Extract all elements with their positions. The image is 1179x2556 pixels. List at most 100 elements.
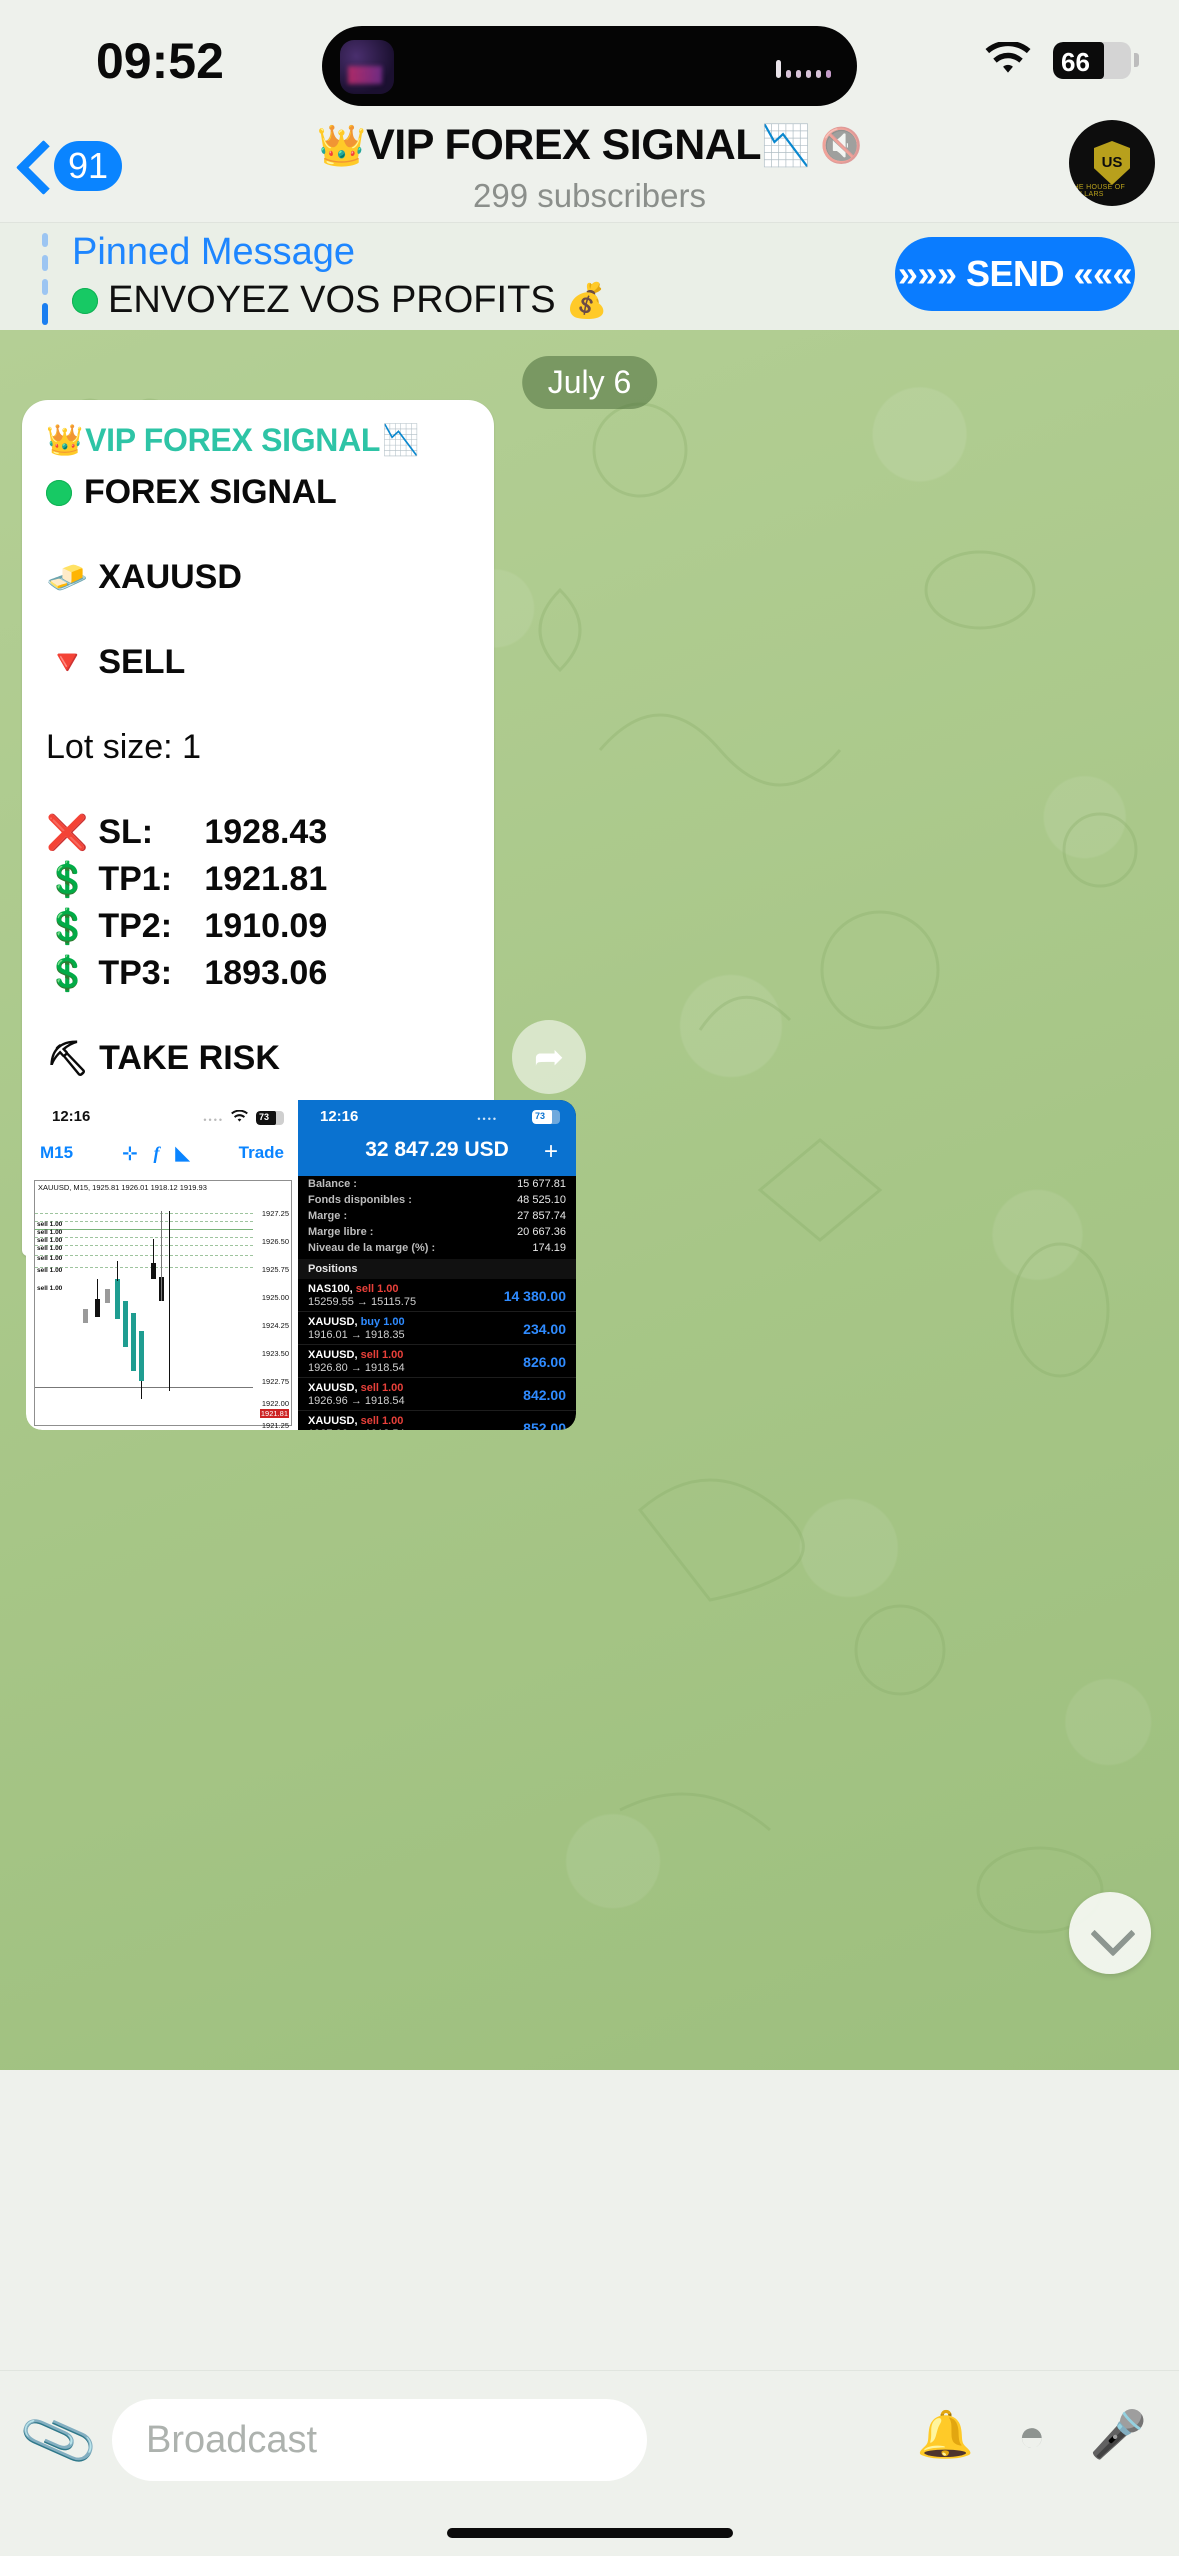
position-side: sell 1.00: [360, 1415, 404, 1427]
green-dot-icon: [46, 479, 72, 506]
avatar-initials: US: [1101, 154, 1123, 172]
position-symbol: XAUUSD,: [308, 1316, 358, 1328]
pie-timer-icon[interactable]: ◓: [1018, 2408, 1046, 2462]
account-row-key: Marge :: [308, 1210, 348, 1222]
position-amount: 852.00: [523, 1420, 566, 1430]
paperclip-icon[interactable]: 📎: [12, 2393, 105, 2486]
level-label: SL:: [98, 813, 154, 851]
order-label: sell 1.00: [37, 1245, 63, 1252]
red-triangle-down-icon: 🔻: [46, 643, 89, 682]
price-label: 1922.75: [261, 1377, 289, 1386]
avatar-caption: THE HOUSE OF DOLLARS: [1069, 184, 1126, 198]
mute-icon: 🔇: [820, 126, 863, 165]
position-row[interactable]: NAS100, sell 1.00 15259.55 → 15115.75 14…: [298, 1279, 576, 1312]
position-amount: 14 380.00: [503, 1288, 566, 1304]
signal-level-tp2: 💲 TP2: 1910.09: [46, 907, 470, 946]
price-chart: XAUUSD, M15, 1925.81 1926.01 1918.12 191…: [34, 1180, 292, 1430]
position-row[interactable]: XAUUSD, sell 1.00 1926.96 → 1918.54 842.…: [298, 1378, 576, 1411]
battery-cap: [1134, 53, 1139, 67]
chart-down-icon: 📉: [761, 123, 811, 168]
candle: [83, 1309, 88, 1323]
microphone-icon[interactable]: 🎤: [1090, 2407, 1147, 2462]
message-channel-name: VIP FOREX SIGNAL: [85, 422, 381, 458]
price-label: 1927.25: [261, 1209, 289, 1218]
trade-button[interactable]: Trade: [239, 1143, 284, 1163]
pick-icon: ⛏: [46, 1039, 90, 1078]
chart-header-text: XAUUSD, M15, 1925.81 1926.01 1918.12 191…: [38, 1183, 207, 1192]
broadcast-placeholder: Broadcast: [146, 2418, 318, 2461]
signal-headline-text: FOREX SIGNAL: [84, 473, 337, 511]
chat-scroll-area[interactable]: July 6 👑 VIP FOREX SIGNAL 📉 FOREX SIGNAL 🧈…: [0, 330, 1179, 2070]
level-value: 1910.09: [204, 907, 328, 945]
order-label: sell 1.00: [37, 1267, 63, 1274]
dynamic-island[interactable]: [322, 26, 857, 106]
audio-waveform-icon: [776, 60, 831, 78]
function-icon[interactable]: f: [153, 1143, 159, 1164]
signal-dots-icon: ••••: [203, 1115, 224, 1125]
price-label: 1925.00: [261, 1293, 289, 1302]
mt5-time: 12:16: [52, 1108, 91, 1125]
broadcast-input[interactable]: Broadcast: [112, 2399, 647, 2481]
scroll-to-bottom-button[interactable]: [1069, 1892, 1151, 1974]
position-symbol: XAUUSD,: [308, 1415, 358, 1427]
position-symbol: XAUUSD,: [308, 1382, 358, 1394]
forward-button[interactable]: ➦: [512, 1020, 586, 1094]
candle: [115, 1261, 120, 1319]
order-label: sell 1.00: [37, 1285, 63, 1292]
candle: [105, 1289, 110, 1303]
price-label: 1921.25: [261, 1421, 289, 1430]
battery-indicator: 73: [256, 1111, 284, 1125]
account-row-value: 174.19: [532, 1242, 566, 1254]
crosshair-icon[interactable]: ⊹: [122, 1143, 137, 1164]
date-separator: July 6: [521, 356, 658, 409]
signal-level-sl: ❌ SL: 1928.43: [46, 813, 470, 852]
signal-risk-text: TAKE RISK: [99, 1039, 280, 1077]
pinned-message-bar[interactable]: Pinned Message ENVOYEZ VOS PROFITS 💰 »»»…: [0, 222, 1179, 330]
green-dot-icon: [72, 287, 98, 314]
position-row[interactable]: XAUUSD, buy 1.00 1916.01 → 1918.35 234.0…: [298, 1312, 576, 1345]
attached-screenshot[interactable]: 12:16 •••• 73 M15 ⊹ f ◣ Trade XAUUSD, M1…: [26, 1100, 576, 1430]
position-side: sell 1.00: [360, 1382, 404, 1394]
mt5-toolbar: M15 ⊹ f ◣ Trade: [26, 1134, 298, 1172]
channel-avatar[interactable]: US THE HOUSE OF DOLLARS: [1069, 120, 1155, 206]
level-label: TP3:: [98, 954, 173, 992]
channel-title-block[interactable]: 👑 VIP FOREX SIGNAL 📉 🔇 299 subscribers: [0, 118, 1179, 215]
account-row-value: 27 857.74: [517, 1210, 566, 1222]
mt5-trade-header: 12:16 •••• 73 32 847.29 USD +: [298, 1100, 576, 1176]
mt5-status-bar: 12:16 •••• 73: [26, 1100, 298, 1134]
bell-icon[interactable]: 🔔: [917, 2407, 974, 2462]
level-label: TP2:: [98, 907, 173, 945]
signal-direction: SELL: [98, 643, 186, 681]
chevron-down-icon: [1095, 1918, 1125, 1948]
positions-section-header: Positions: [298, 1259, 576, 1279]
crown-icon: 👑: [46, 424, 84, 457]
position-row[interactable]: XAUUSD, sell 1.00 1927.06 → 1918.54 852.…: [298, 1411, 576, 1430]
money-bag-icon: 💰: [565, 281, 608, 320]
candle: [139, 1331, 144, 1399]
send-promo-button[interactable]: »»» SEND «««: [895, 237, 1135, 311]
gold-bar-icon: 🧈: [46, 558, 89, 597]
account-row-key: Marge libre :: [308, 1226, 374, 1238]
wifi-icon: [985, 42, 1031, 73]
dollar-icon: 💲: [46, 860, 89, 899]
battery-indicator: 73: [532, 1110, 560, 1124]
price-label: 1923.50: [261, 1349, 289, 1358]
signal-pair: XAUUSD: [98, 558, 242, 596]
wick-line: [161, 1211, 162, 1301]
signal-risk-row: ⛏ TAKE RISK: [46, 1039, 470, 1078]
timeframe-label[interactable]: M15: [40, 1143, 73, 1163]
pinned-message-text: ENVOYEZ VOS PROFITS 💰: [72, 279, 608, 322]
price-label: 1925.75: [261, 1265, 289, 1274]
order-label: sell 1.00: [37, 1237, 63, 1244]
signal-lot-size: Lot size: 1: [46, 728, 201, 766]
chart-baseline: [35, 1387, 253, 1388]
plus-icon[interactable]: +: [544, 1138, 558, 1166]
position-row[interactable]: XAUUSD, sell 1.00 1926.80 → 1918.54 826.…: [298, 1345, 576, 1378]
channel-title-text: VIP FOREX SIGNAL: [366, 121, 762, 169]
avatar-shield-icon: US: [1094, 141, 1130, 185]
position-amount: 826.00: [523, 1354, 566, 1370]
account-balance-header: 32 847.29 USD: [365, 1138, 509, 1161]
objects-icon[interactable]: ◣: [175, 1143, 189, 1164]
pinned-rail-indicator: [42, 233, 48, 325]
cross-mark-icon: ❌: [46, 813, 89, 852]
